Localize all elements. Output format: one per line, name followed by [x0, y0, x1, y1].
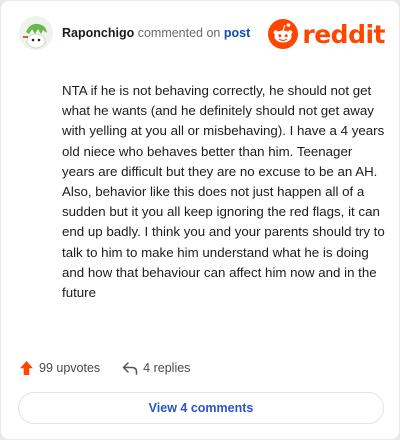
comment-actions: 99 upvotes 4 replies: [19, 357, 190, 379]
reddit-snoo-icon: [268, 19, 299, 49]
comment-card: Raponchigo commented on post reddit NTA …: [1, 1, 399, 439]
avatar-icon: [19, 16, 53, 50]
upvote-button[interactable]: 99 upvotes: [19, 360, 100, 376]
reddit-logo: reddit: [268, 18, 385, 50]
username[interactable]: Raponchigo: [62, 26, 134, 40]
upvote-count: 99 upvotes: [39, 361, 101, 375]
reddit-wordmark: reddit: [302, 19, 385, 49]
post-link[interactable]: post: [224, 26, 250, 40]
upvote-arrow-icon: [20, 361, 33, 375]
byline-action-text: commented on: [137, 26, 221, 40]
replies-button[interactable]: 4 replies: [122, 361, 190, 375]
avatar[interactable]: [19, 16, 53, 50]
byline: Raponchigo commented on post: [62, 26, 250, 40]
comment-body: NTA if he is not behaving correctly, he …: [62, 83, 385, 301]
view-comments-button[interactable]: View 4 comments: [18, 392, 384, 424]
reply-arrow-icon: [122, 362, 138, 375]
reply-count: 4 replies: [143, 361, 191, 375]
comment-header: Raponchigo commented on post reddit: [19, 16, 385, 52]
